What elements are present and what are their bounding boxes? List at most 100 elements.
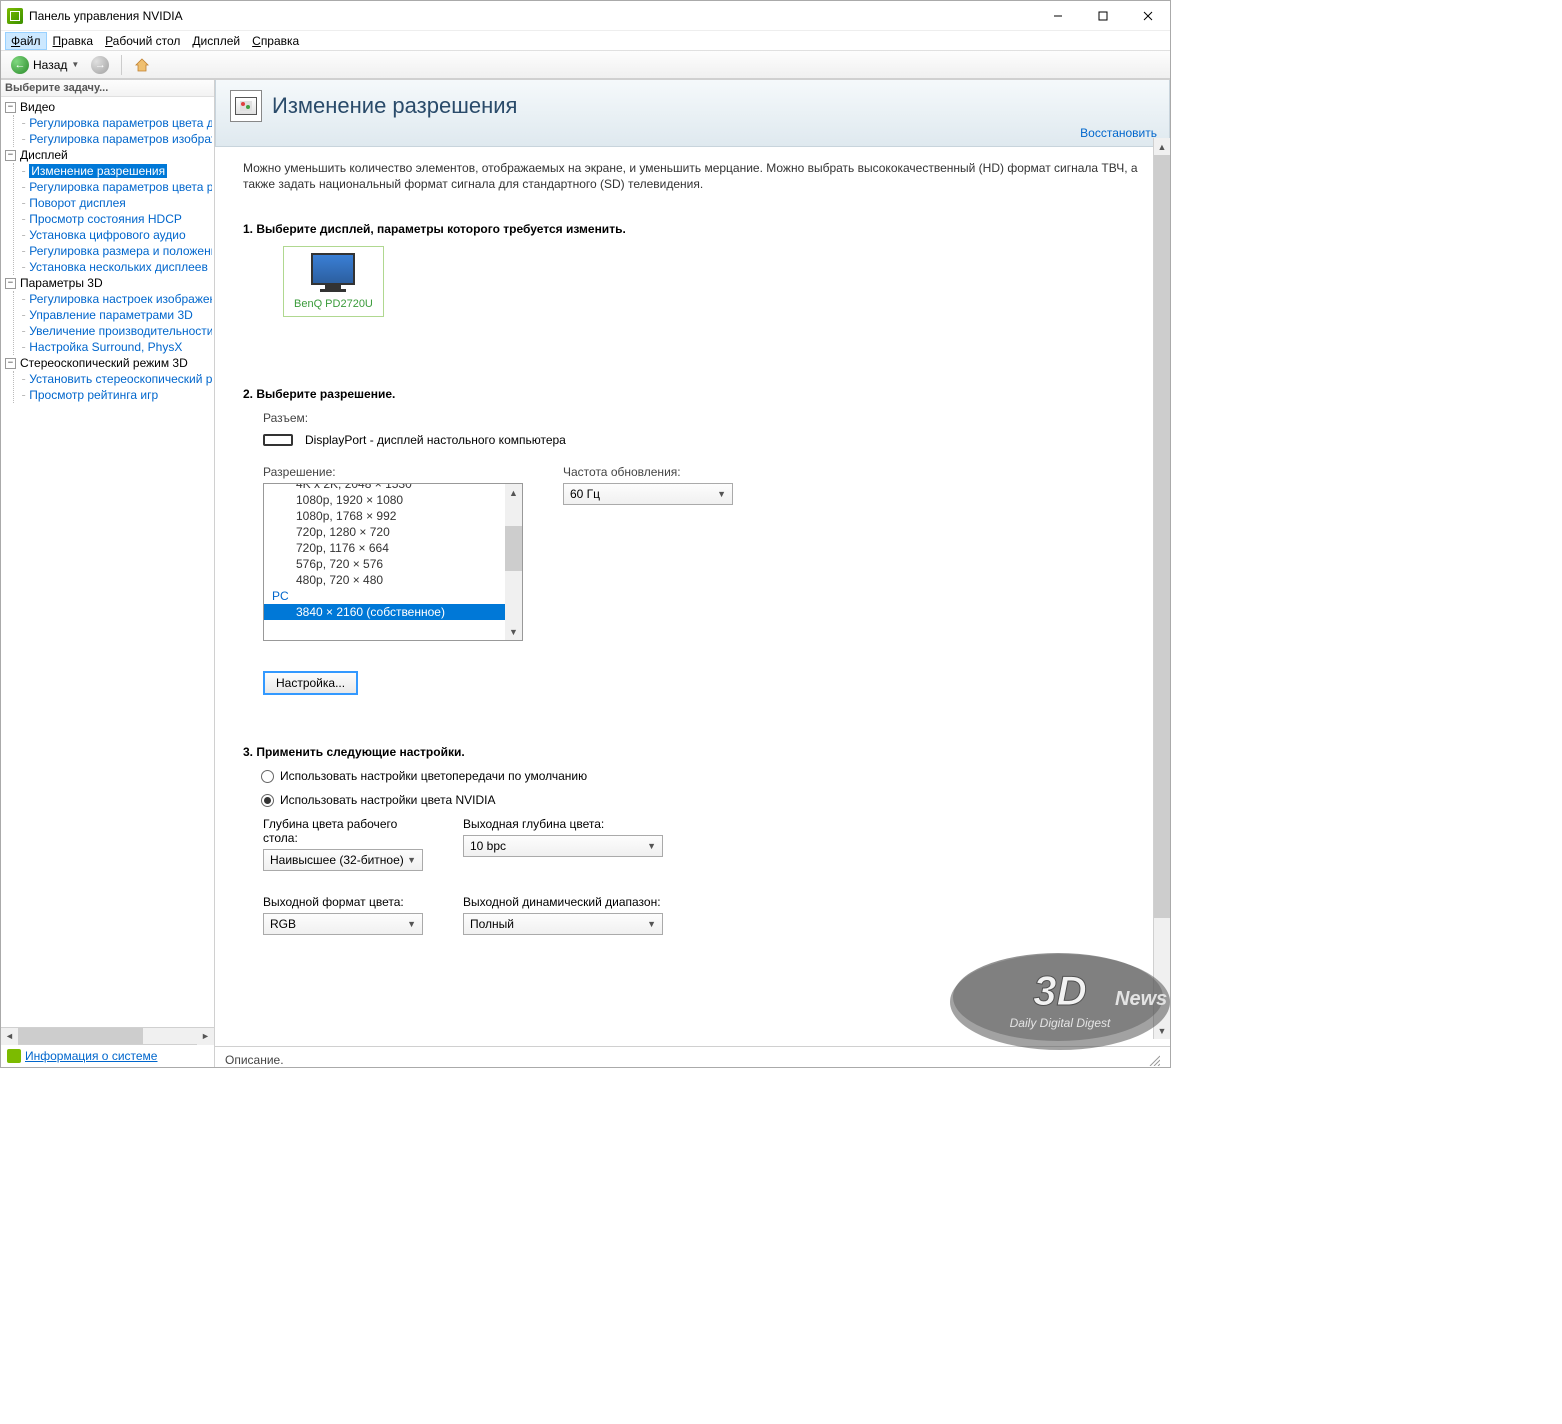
- back-button[interactable]: ← Назад ▼: [7, 54, 83, 76]
- tree-item[interactable]: -Регулировка настроек изображения с прос…: [18, 291, 212, 307]
- scroll-left-button[interactable]: ◄: [1, 1028, 18, 1045]
- menubar: Файл Правка Рабочий стол Дисплей Справка: [1, 31, 1170, 51]
- display-selector[interactable]: BenQ PD2720U: [283, 246, 384, 317]
- menu-desktop[interactable]: Рабочий стол: [99, 32, 186, 50]
- radio-checked-icon: [261, 794, 274, 807]
- close-button[interactable]: [1125, 1, 1170, 30]
- tree-item[interactable]: -Поворот дисплея: [18, 195, 212, 211]
- nvidia-icon: [7, 8, 23, 24]
- output-format-label: Выходной формат цвета:: [263, 895, 433, 909]
- connector-value: DisplayPort - дисплей настольного компью…: [305, 433, 566, 447]
- forward-arrow-icon: →: [91, 56, 109, 74]
- resolution-listbox[interactable]: 4K x 2K, 2048 × 1530 1080p, 1920 × 1080 …: [263, 483, 523, 641]
- output-format-combo[interactable]: RGB ▼: [263, 913, 423, 935]
- sysinfo-link[interactable]: Информация о системе: [25, 1049, 157, 1063]
- list-item[interactable]: 480p, 720 × 480: [264, 572, 505, 588]
- monitor-icon: [311, 253, 355, 292]
- sysinfo-icon: [7, 1049, 21, 1063]
- list-item[interactable]: 576p, 720 × 576: [264, 556, 505, 572]
- chevron-down-icon: ▼: [647, 841, 656, 851]
- display-name: BenQ PD2720U: [294, 298, 373, 310]
- dynamic-range-label: Выходной динамический диапазон:: [463, 895, 663, 909]
- list-item[interactable]: 4K x 2K, 2048 × 1530: [264, 483, 505, 492]
- step3-title: 3. Применить следующие настройки.: [243, 745, 1142, 759]
- page-header: Изменение разрешения Восстановить: [215, 80, 1170, 147]
- refresh-rate-combo[interactable]: 60 Гц ▼: [563, 483, 733, 505]
- tree-group-stereo[interactable]: −Стереоскопический режим 3D: [3, 355, 212, 371]
- tree-item[interactable]: -Управление параметрами 3D: [18, 307, 212, 323]
- tree-group-display[interactable]: −Дисплей: [3, 147, 212, 163]
- chevron-down-icon: ▼: [717, 489, 726, 499]
- content-area: Изменение разрешения Восстановить Можно …: [215, 80, 1170, 1067]
- tree-item[interactable]: -Настройка Surround, PhysX: [18, 339, 212, 355]
- collapse-icon[interactable]: −: [5, 278, 16, 289]
- tree-item[interactable]: -Регулировка параметров изображения для …: [18, 131, 212, 147]
- sidebar-footer: Информация о системе: [1, 1044, 214, 1067]
- minimize-button[interactable]: [1035, 1, 1080, 30]
- scroll-up-button[interactable]: ▲: [1154, 138, 1170, 155]
- desktop-depth-combo[interactable]: Наивысшее (32-битное) ▼: [263, 849, 423, 871]
- list-item[interactable]: 1080p, 1768 × 992: [264, 508, 505, 524]
- page-icon: [230, 90, 262, 122]
- vscroll-thumb[interactable]: [1154, 155, 1170, 918]
- menu-help[interactable]: Справка: [246, 32, 305, 50]
- tree-item[interactable]: -Установка цифрового аудио: [18, 227, 212, 243]
- maximize-button[interactable]: [1080, 1, 1125, 30]
- menu-display[interactable]: Дисплей: [186, 32, 246, 50]
- displayport-icon: [263, 434, 293, 446]
- chevron-down-icon: ▼: [407, 855, 416, 865]
- collapse-icon[interactable]: −: [5, 102, 16, 113]
- hscroll-thumb[interactable]: [18, 1028, 143, 1044]
- connector-label: Разъем:: [263, 411, 308, 425]
- tree-item[interactable]: -Установить стереоскопический режим 3D: [18, 371, 212, 387]
- menu-file[interactable]: Файл: [5, 32, 47, 50]
- tree-item[interactable]: -Просмотр рейтинга игр: [18, 387, 212, 403]
- tree-group-3d[interactable]: −Параметры 3D: [3, 275, 212, 291]
- forward-button[interactable]: →: [87, 54, 113, 76]
- tree-item[interactable]: -Просмотр состояния HDCP: [18, 211, 212, 227]
- list-item-selected[interactable]: 3840 × 2160 (собственное): [264, 604, 505, 620]
- tree-item[interactable]: -Установка нескольких дисплеев: [18, 259, 212, 275]
- restore-link[interactable]: Восстановить: [1080, 126, 1157, 140]
- collapse-icon[interactable]: −: [5, 358, 16, 369]
- chevron-down-icon: ▼: [407, 919, 416, 929]
- sidebar-header: Выберите задачу...: [1, 80, 214, 97]
- scroll-down-button[interactable]: ▼: [505, 623, 522, 640]
- page-title: Изменение разрешения: [272, 93, 517, 119]
- description-bar: Описание.: [215, 1046, 1170, 1067]
- customize-button[interactable]: Настройка...: [263, 671, 358, 695]
- scroll-down-button[interactable]: ▼: [1154, 1022, 1170, 1039]
- resize-grip[interactable]: [1144, 1054, 1160, 1066]
- collapse-icon[interactable]: −: [5, 150, 16, 161]
- scroll-right-button[interactable]: ►: [197, 1028, 214, 1045]
- list-item[interactable]: 1080p, 1920 × 1080: [264, 492, 505, 508]
- task-tree: −Видео -Регулировка параметров цвета для…: [1, 97, 214, 1027]
- back-dropdown-icon[interactable]: ▼: [71, 60, 79, 69]
- radio-icon: [261, 770, 274, 783]
- tree-group-video[interactable]: −Видео: [3, 99, 212, 115]
- tree-item-change-resolution[interactable]: -Изменение разрешения: [18, 163, 212, 179]
- list-item[interactable]: 720p, 1176 × 664: [264, 540, 505, 556]
- sidebar-hscrollbar[interactable]: ◄ ►: [1, 1027, 214, 1044]
- scroll-up-button[interactable]: ▲: [505, 484, 522, 501]
- desktop-depth-label: Глубина цвета рабочего стола:: [263, 817, 433, 845]
- radio-default-color[interactable]: Использовать настройки цветопередачи по …: [261, 769, 1142, 783]
- radio-nvidia-color[interactable]: Использовать настройки цвета NVIDIA: [261, 793, 1142, 807]
- tree-item[interactable]: -Регулировка параметров цвета рабочего с…: [18, 179, 212, 195]
- tree-item[interactable]: -Регулировка параметров цвета для видео: [18, 115, 212, 131]
- content-vscrollbar[interactable]: ▲ ▼: [1153, 138, 1170, 1039]
- tree-item[interactable]: -Регулировка размера и положения рабочег…: [18, 243, 212, 259]
- home-icon: [134, 57, 150, 73]
- toolbar-separator: [121, 55, 122, 75]
- list-item[interactable]: 720p, 1280 × 720: [264, 524, 505, 540]
- output-depth-combo[interactable]: 10 bpc ▼: [463, 835, 663, 857]
- menu-edit[interactable]: Правка: [47, 32, 100, 50]
- list-group-pc: PC: [264, 588, 505, 604]
- vscroll-thumb[interactable]: [505, 526, 522, 571]
- tree-item[interactable]: -Увеличение производительности ГП: [18, 323, 212, 339]
- home-button[interactable]: [130, 55, 154, 75]
- listbox-scrollbar[interactable]: ▲ ▼: [505, 484, 522, 640]
- dynamic-range-combo[interactable]: Полный ▼: [463, 913, 663, 935]
- refresh-label: Частота обновления:: [563, 465, 733, 479]
- toolbar: ← Назад ▼ →: [1, 51, 1170, 79]
